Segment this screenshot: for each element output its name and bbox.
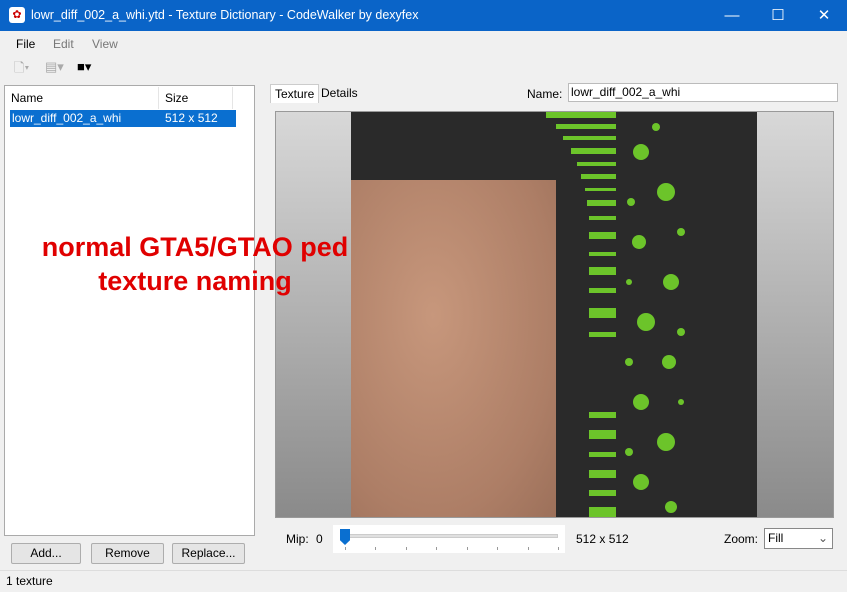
annotation-line-1: normal GTA5/GTAO ped [41, 232, 349, 262]
mip-size: 512 x 512 [576, 532, 629, 546]
slider-tick [527, 547, 529, 550]
slider-track [345, 534, 558, 538]
column-name[interactable]: Name [5, 87, 159, 109]
slider-tick [558, 547, 559, 550]
status-bar: 1 texture [0, 570, 847, 592]
menu-bar: File Edit View [0, 32, 847, 54]
save-icon[interactable]: ■▾ [77, 59, 91, 75]
skin-region [351, 180, 556, 517]
window-title: lowr_diff_002_a_whi.ytd - Texture Dictio… [31, 8, 419, 22]
slider-tick [345, 547, 346, 550]
open-icon[interactable]: ▤▾ [45, 59, 64, 75]
mip-slider[interactable] [333, 525, 565, 553]
chevron-down-icon: ⌄ [817, 531, 828, 545]
green-pattern [541, 112, 685, 517]
zoom-select[interactable]: Fill ⌄ [764, 528, 833, 549]
menu-edit[interactable]: Edit [53, 37, 74, 51]
slider-tick [466, 547, 468, 550]
name-label: Name: [527, 87, 563, 101]
add-button[interactable]: Add... [11, 543, 81, 564]
list-item[interactable]: lowr_diff_002_a_whi 512 x 512 [10, 110, 236, 127]
replace-button[interactable]: Replace... [172, 543, 245, 564]
slider-tick [436, 547, 438, 550]
zoom-value: Fill [768, 531, 784, 545]
slider-tick [405, 547, 407, 550]
remove-button[interactable]: Remove [91, 543, 164, 564]
title-bar: ✿ lowr_diff_002_a_whi.ytd - Texture Dict… [0, 0, 847, 31]
tab-details[interactable]: Details [317, 84, 362, 103]
toolbar: 🗋▾ ▤▾ ■▾ [0, 56, 847, 78]
annotation-line-2: texture naming [98, 266, 292, 296]
slider-tick [375, 547, 377, 550]
app-icon: ✿ [9, 7, 25, 23]
minimize-button[interactable]: — [709, 0, 755, 31]
status-text: 1 texture [6, 574, 53, 588]
annotation-text: normal GTA5/GTAO ped texture naming [20, 230, 370, 298]
zoom-label: Zoom: [724, 532, 759, 546]
texture-image [351, 112, 757, 517]
slider-tick [497, 547, 499, 550]
item-size: 512 x 512 [165, 111, 218, 125]
mip-value: 0 [316, 532, 323, 546]
maximize-button[interactable]: ☐ [755, 0, 801, 31]
texture-list[interactable]: Name Size lowr_diff_002_a_whi 512 x 512 [4, 85, 255, 536]
tab-texture[interactable]: Texture [270, 84, 320, 103]
name-input[interactable]: lowr_diff_002_a_whi [568, 83, 838, 102]
menu-file[interactable]: File [16, 37, 35, 51]
texture-preview [275, 111, 834, 518]
menu-view[interactable]: View [92, 37, 118, 51]
item-name: lowr_diff_002_a_whi [12, 111, 122, 125]
slider-thumb[interactable] [340, 529, 350, 545]
mip-label: Mip: [286, 532, 309, 546]
close-button[interactable]: ✕ [801, 0, 847, 31]
column-size[interactable]: Size [159, 87, 233, 109]
new-file-icon[interactable]: 🗋▾ [14, 59, 29, 81]
